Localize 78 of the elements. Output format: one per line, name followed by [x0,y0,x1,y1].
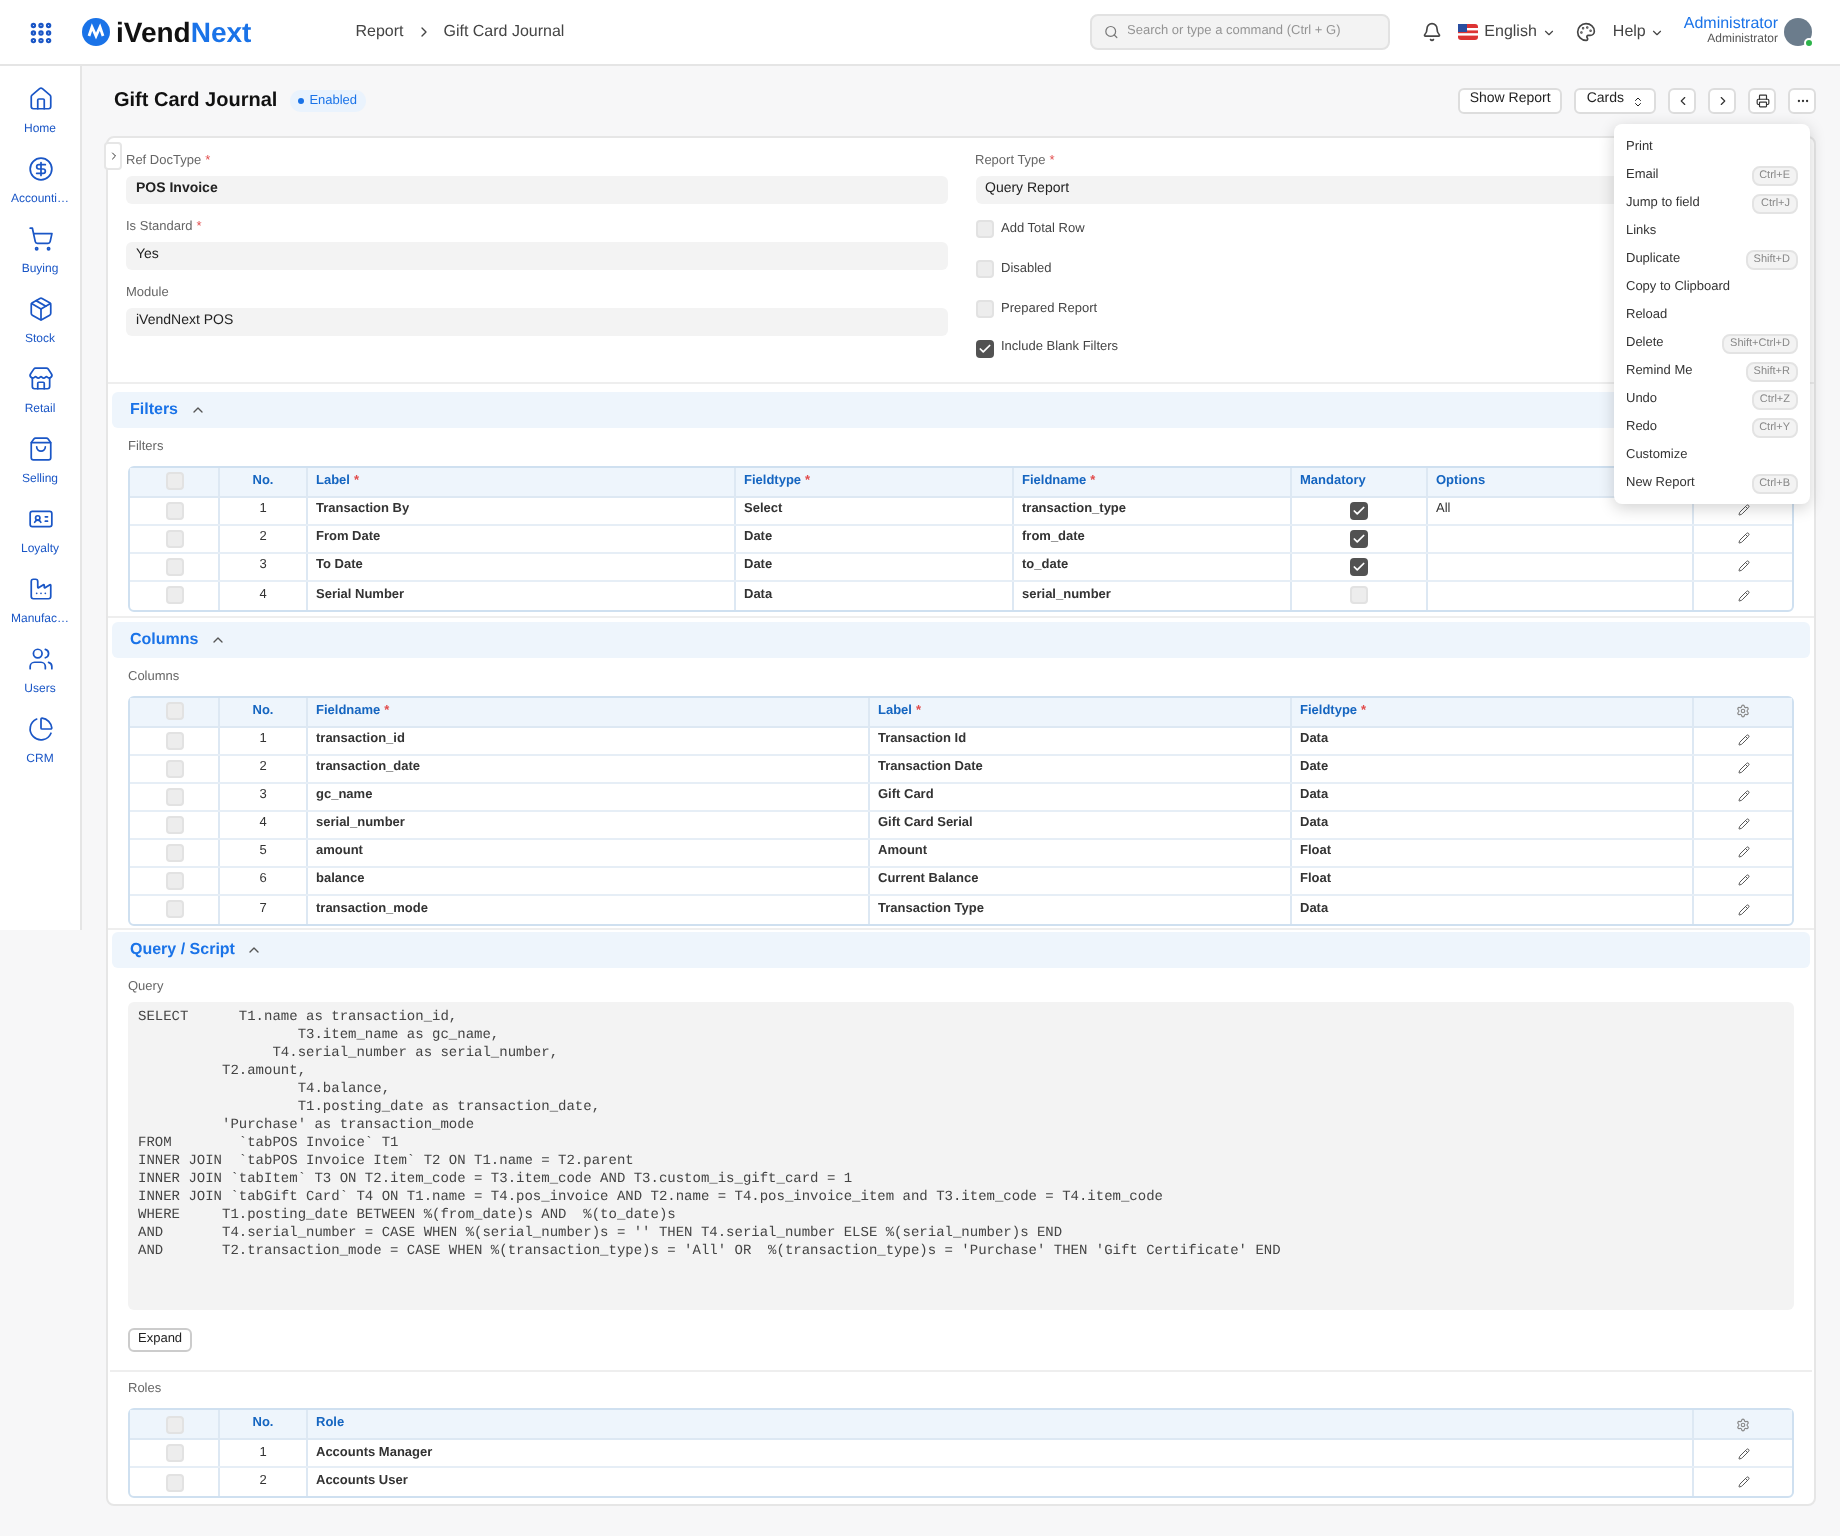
row-checkbox[interactable] [165,815,183,833]
checkbox[interactable] [975,299,993,318]
row-checkbox[interactable] [165,501,183,520]
row-checkbox[interactable] [165,1444,183,1462]
collapse-icon[interactable] [190,402,207,418]
row-checkbox[interactable] [165,787,183,805]
edit-icon[interactable] [1737,846,1749,858]
row-checkbox[interactable] [165,586,183,605]
user-name[interactable]: Administrator [1683,16,1778,32]
cart-icon[interactable] [27,226,53,252]
chevron-right-icon [107,150,119,162]
mandatory-checkbox[interactable] [1350,529,1368,548]
printer-icon [1755,94,1769,108]
edit-icon[interactable] [1737,903,1749,915]
search-icon [1104,24,1119,40]
edit-icon[interactable] [1737,790,1749,802]
factory-icon[interactable] [27,576,53,602]
edit-icon[interactable] [1737,762,1749,774]
row-checkbox[interactable] [165,759,183,777]
section-title: Query / Script [130,937,235,961]
edit-icon[interactable] [1737,560,1749,573]
row-checkbox[interactable] [165,557,183,576]
select-all-checkbox[interactable] [165,472,183,491]
edit-icon[interactable] [1737,818,1749,830]
checkbox[interactable] [975,260,993,279]
edit-icon[interactable] [1737,1447,1749,1459]
chevron-left-icon [1675,94,1689,108]
section-header[interactable]: Query / Script [112,931,1810,967]
row-checkbox[interactable] [165,731,183,749]
page-title: Gift Card Journal [114,88,278,116]
print-button[interactable] [1748,88,1776,114]
sidebar-toggle[interactable] [104,142,122,170]
more-icon [1795,94,1809,108]
edit-icon[interactable] [1737,532,1749,545]
store-icon[interactable] [27,366,53,392]
settings-icon[interactable] [1736,704,1750,718]
mandatory-checkbox[interactable] [1350,557,1368,576]
dollar-icon[interactable] [27,156,53,182]
row-checkbox[interactable] [165,900,183,918]
edit-icon[interactable] [1737,874,1749,886]
select-all-checkbox[interactable] [165,702,183,720]
section-title: Filters [130,398,179,422]
row-checkbox[interactable] [165,843,183,861]
bag-icon[interactable] [27,436,53,462]
users-icon[interactable] [27,646,53,672]
row-checkbox[interactable] [165,529,183,548]
edit-icon[interactable] [1737,589,1749,602]
settings-icon[interactable] [1736,1417,1750,1431]
caret-icon [1649,25,1664,39]
language-selector[interactable]: English [1458,20,1557,44]
chevron-right-icon [1715,94,1729,108]
checkbox[interactable] [975,220,993,239]
flag-icon [1458,24,1479,40]
select-all-checkbox[interactable] [165,1415,183,1433]
home-icon[interactable] [27,86,53,112]
id-card-icon[interactable] [27,506,53,532]
checkbox[interactable] [975,339,993,358]
apps-grid-icon[interactable] [28,19,54,45]
edit-icon[interactable] [1737,1476,1749,1488]
box-icon[interactable] [27,296,53,322]
app-logo[interactable]: iVendNext [116,11,252,53]
row-checkbox[interactable] [165,1473,183,1491]
mandatory-checkbox[interactable] [1350,586,1368,605]
edit-icon[interactable] [1737,504,1749,517]
mandatory-checkbox[interactable] [1350,501,1368,520]
pie-chart-icon[interactable] [27,716,53,742]
breadcrumb-link[interactable]: Gift Card Journal [443,20,565,44]
breadcrumb-link[interactable]: Report [355,20,404,44]
help-menu[interactable]: Help [1612,20,1664,44]
bell-icon[interactable] [1422,22,1443,42]
row-checkbox[interactable] [165,871,183,889]
section-header[interactable]: Columns [112,621,1810,658]
caret-icon [1542,25,1557,39]
palette-icon[interactable] [1576,22,1597,42]
edit-icon[interactable] [1737,734,1749,746]
user-avatar[interactable] [1784,18,1812,46]
logo-icon [82,18,110,46]
section-title: Columns [130,627,199,652]
